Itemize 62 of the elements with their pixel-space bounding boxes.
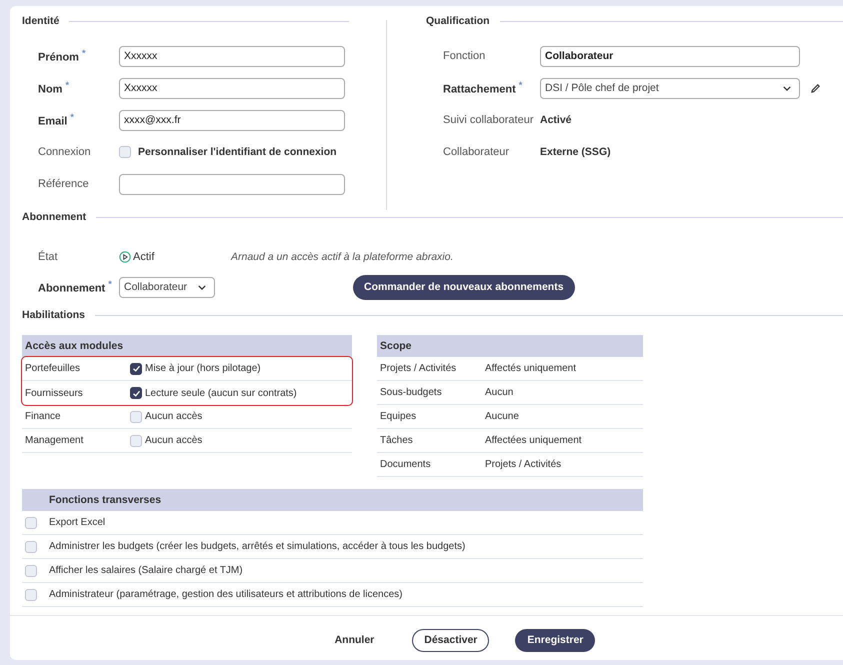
input-field[interactable]: Xxxxxx (119, 46, 345, 66)
table-cell: Aucune (485, 411, 519, 422)
field-value: Activé (540, 114, 572, 126)
checkbox-label: Mise à jour (hors pilotage) (145, 363, 261, 374)
table-cell-text: Sous-budgets (380, 387, 443, 398)
status-text: Actif (133, 251, 154, 263)
table-cell-text: Finance (25, 411, 62, 422)
checkbox[interactable] (130, 362, 142, 374)
select-field[interactable]: DSI / Pôle chef de projet (540, 78, 800, 98)
input-field[interactable]: Xxxxxx (119, 78, 345, 98)
field-label: Rattachement $^{*}$ (443, 80, 524, 96)
chevron-down-icon (198, 284, 206, 290)
checkbox-label: Afficher les salaires (Salaire chargé et TJM) (49, 565, 243, 576)
order-button[interactable]: Commander de nouveaux abonnements (353, 274, 575, 300)
field-label: Connexion (38, 146, 92, 158)
checkbox-label: Lecture seule (aucun sur contrats) (145, 388, 297, 398)
field-label: Email $^{*}$ (38, 112, 75, 128)
table-cell-text: Tâches (380, 435, 414, 446)
field-label: Suivi collaborateur (443, 114, 534, 126)
section-title: Qualification (426, 15, 490, 27)
checkbox-label: Export Excel (49, 517, 106, 528)
checkbox-label: Aucun accès (145, 435, 202, 446)
field-value: Externe (SSG) (540, 146, 611, 158)
table-cell-text: Documents (380, 459, 432, 470)
field-label: Fonction (443, 50, 486, 62)
table-cell-text: Fournisseurs (25, 388, 84, 398)
checkbox-label: Personnaliser l'identifiant de connexion (138, 146, 337, 158)
table-cell-text: Projets / Activités (380, 363, 458, 374)
cancel-button[interactable]: Annuler (322, 628, 386, 652)
select-field[interactable]: Collaborateur (119, 276, 215, 298)
save-button[interactable]: Enregistrer (515, 628, 596, 652)
field-label: État (38, 251, 59, 263)
play-circle-icon (119, 251, 131, 263)
section-title: Abonnement (22, 211, 86, 223)
field-label: Prénom $^{*}$ (38, 48, 86, 64)
field-label: Abonnement $^{*}$ (38, 279, 113, 295)
table-cell: Aucun (485, 387, 514, 398)
checkbox-label: Administrer les budgets (créer les budgets, arrêtés et simulations, accéder à tous les budgets) (49, 541, 466, 552)
checkbox-label: Administrateur (paramétrage, gestion des utilisateurs et attributions de licences) (49, 589, 403, 600)
table-cell: Affectées uniquement (485, 435, 582, 446)
table-cell-text: Equipes (380, 411, 418, 422)
checkbox-label: Aucun accès (145, 411, 202, 422)
status-message: Arnaud a un accès actif à la plateforme abraxio. (231, 251, 454, 263)
table-header: Accès aux modules (22, 335, 352, 357)
checkbox[interactable] (130, 387, 142, 399)
field-label: Collaborateur (443, 146, 510, 158)
table-cell-text: Portefeuilles (25, 363, 82, 374)
input-field[interactable] (119, 174, 345, 194)
pencil-icon[interactable] (810, 82, 821, 94)
table-cell: Affectés uniquement (485, 363, 576, 374)
chevron-down-icon (783, 86, 791, 90)
table-cell-text: Management (25, 435, 84, 446)
table-header: Fonctions transverses (49, 494, 162, 506)
field-label: Nom $^{*}$ (38, 80, 70, 96)
deactivate-button[interactable]: Désactiver (412, 628, 490, 652)
table-cell: Projets / Activités (485, 459, 562, 470)
field-label: Référence (38, 178, 90, 190)
section-title: Habilitations (22, 309, 86, 321)
input-field[interactable]: Collaborateur (540, 46, 800, 66)
input-field[interactable]: xxxx@xxx.fr (119, 110, 345, 130)
table-header: Scope (377, 335, 643, 357)
section-title: Identité (22, 15, 60, 27)
